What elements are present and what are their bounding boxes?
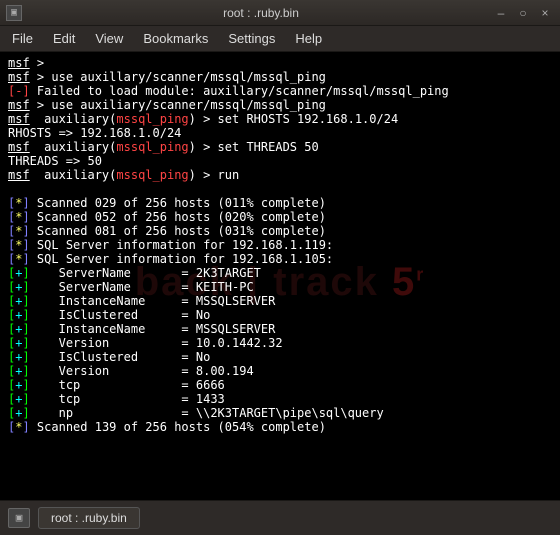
term-line: msf > use auxiliary/scanner/mssql/mssql_…	[8, 98, 552, 112]
window-controls: – ○ ×	[492, 6, 554, 20]
term-line: [+] np = \\2K3TARGET\pipe\sql\query	[8, 406, 552, 420]
close-button[interactable]: ×	[536, 6, 554, 20]
tab-active[interactable]: root : .ruby.bin	[38, 507, 140, 529]
term-line: [*] Scanned 139 of 256 hosts (054% compl…	[8, 420, 552, 434]
term-line: [+] ServerName = 2K3TARGET	[8, 266, 552, 280]
menu-bookmarks[interactable]: Bookmarks	[143, 31, 208, 46]
menubar: File Edit View Bookmarks Settings Help	[0, 26, 560, 52]
minimize-button[interactable]: –	[492, 6, 510, 20]
term-line: [*] Scanned 029 of 256 hosts (011% compl…	[8, 196, 552, 210]
terminal-output[interactable]: back | track 5r msf > msf > use auxillar…	[0, 52, 560, 500]
titlebar: ▣ root : .ruby.bin – ○ ×	[0, 0, 560, 26]
term-line: [+] ServerName = KEITH-PC	[8, 280, 552, 294]
maximize-button[interactable]: ○	[514, 6, 532, 20]
term-line: [+] InstanceName = MSSQLSERVER	[8, 322, 552, 336]
term-line: [*] SQL Server information for 192.168.1…	[8, 238, 552, 252]
term-line: [-] Failed to load module: auxillary/sca…	[8, 84, 552, 98]
term-line: RHOSTS => 192.168.1.0/24	[8, 126, 552, 140]
new-tab-button[interactable]: ▣	[8, 508, 30, 528]
term-line: [*] Scanned 081 of 256 hosts (031% compl…	[8, 224, 552, 238]
term-line: [+] Version = 8.00.194	[8, 364, 552, 378]
menu-settings[interactable]: Settings	[228, 31, 275, 46]
term-line: [*] SQL Server information for 192.168.1…	[8, 252, 552, 266]
term-line: [+] IsClustered = No	[8, 350, 552, 364]
tabbar: ▣ root : .ruby.bin	[0, 500, 560, 534]
window-title: root : .ruby.bin	[30, 6, 492, 20]
term-line: [+] Version = 10.0.1442.32	[8, 336, 552, 350]
term-line: [+] tcp = 6666	[8, 378, 552, 392]
menu-file[interactable]: File	[12, 31, 33, 46]
term-line	[8, 182, 552, 196]
term-line: msf > use auxillary/scanner/mssql/mssql_…	[8, 70, 552, 84]
term-line: [+] tcp = 1433	[8, 392, 552, 406]
menu-edit[interactable]: Edit	[53, 31, 75, 46]
term-line: msf auxiliary(mssql_ping) > set RHOSTS 1…	[8, 112, 552, 126]
term-line: msf >	[8, 56, 552, 70]
terminal-app-icon: ▣	[6, 5, 22, 21]
term-line: [+] InstanceName = MSSQLSERVER	[8, 294, 552, 308]
menu-help[interactable]: Help	[295, 31, 322, 46]
term-line: THREADS => 50	[8, 154, 552, 168]
term-line: [*] Scanned 052 of 256 hosts (020% compl…	[8, 210, 552, 224]
term-line: msf auxiliary(mssql_ping) > set THREADS …	[8, 140, 552, 154]
term-line: [+] IsClustered = No	[8, 308, 552, 322]
menu-view[interactable]: View	[95, 31, 123, 46]
term-line: msf auxiliary(mssql_ping) > run	[8, 168, 552, 182]
